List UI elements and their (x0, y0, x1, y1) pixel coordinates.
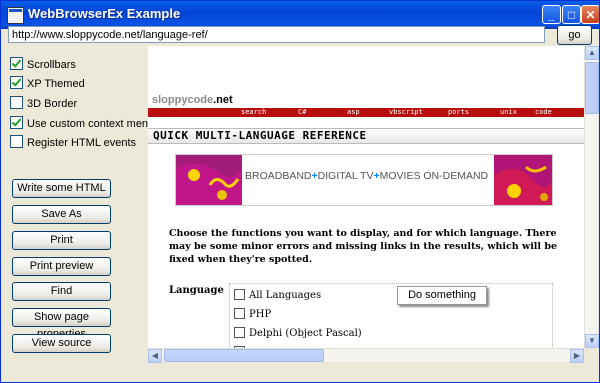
nav-link-ports[interactable]: ports (448, 108, 469, 117)
vertical-scrollbar[interactable]: ▲ ▼ (584, 46, 599, 348)
option-label: XP Themed (27, 78, 85, 90)
scroll-left-icon[interactable]: ◀ (148, 349, 162, 363)
scroll-down-icon[interactable]: ▼ (585, 334, 599, 348)
checkbox-unchecked-icon[interactable] (10, 96, 23, 109)
checkbox-checked-icon[interactable] (10, 57, 23, 70)
close-button[interactable]: ✕ (581, 5, 599, 24)
intro-paragraph: Choose the functions you want to display… (169, 228, 558, 265)
nav-link-csharp[interactable]: C# (298, 108, 306, 117)
option-register-html-events[interactable]: Register HTML events (10, 135, 136, 149)
option-scrollbars[interactable]: Scrollbars (10, 57, 76, 71)
minimize-button[interactable]: _ (542, 5, 561, 24)
option-label: Scrollbars (27, 59, 76, 71)
web-browser-view[interactable]: sloppycode.net search C# asp vbscript po… (148, 46, 584, 348)
application-window: WebBrowserEx Example _ □ ✕ http://www.sl… (0, 0, 600, 383)
language-label: Language (169, 285, 224, 296)
nav-link-asp[interactable]: asp (347, 108, 360, 117)
title-bar[interactable]: WebBrowserEx Example _ □ ✕ (1, 1, 599, 29)
find-button[interactable]: Find (12, 282, 111, 301)
write-html-button[interactable]: Write some HTML (12, 179, 111, 198)
option-custom-context-menu[interactable]: Use custom context menu (10, 116, 154, 130)
site-logo[interactable]: sloppycode.net (152, 94, 233, 106)
save-as-button[interactable]: Save As (12, 205, 111, 224)
horizontal-scroll-thumb[interactable] (164, 349, 324, 362)
checkbox-unchecked-icon[interactable] (234, 327, 245, 338)
language-option-all[interactable]: All Languages (234, 289, 321, 302)
option-label: Register HTML events (27, 137, 137, 149)
nav-link-unix[interactable]: unix (500, 108, 517, 117)
option-label: Use custom context menu (27, 118, 155, 130)
page-properties-button[interactable]: Show page properties (12, 308, 111, 340)
context-menu-item-do-something[interactable]: Do something (397, 286, 487, 305)
app-window-icon (7, 7, 24, 24)
scrollbar-corner (584, 348, 598, 362)
checkbox-unchecked-icon[interactable] (234, 289, 245, 300)
print-button[interactable]: Print (12, 231, 111, 250)
banner-text: BROADBAND+DIGITAL TV+MOVIES ON-DEMAND (245, 170, 489, 182)
nav-link-search[interactable]: search (241, 108, 266, 117)
view-source-button[interactable]: View source (12, 334, 111, 353)
ad-banner[interactable]: BROADBAND+DIGITAL TV+MOVIES ON-DEMAND (175, 154, 553, 206)
checkbox-unchecked-icon[interactable] (10, 135, 23, 148)
go-button[interactable]: go (557, 25, 592, 45)
site-nav-bar: search C# asp vbscript ports unix code l… (148, 108, 584, 125)
print-preview-button[interactable]: Print preview (12, 257, 111, 276)
checkbox-checked-icon[interactable] (10, 76, 23, 89)
window-title: WebBrowserEx Example (28, 6, 181, 21)
horizontal-scrollbar[interactable]: ◀ ▶ (148, 348, 584, 363)
page-heading: QUICK MULTI-LANGUAGE REFERENCE (148, 128, 584, 144)
language-option-php[interactable]: PHP (234, 308, 271, 321)
scroll-up-icon[interactable]: ▲ (585, 46, 599, 60)
checkbox-unchecked-icon[interactable] (234, 308, 245, 319)
address-field[interactable]: http://www.sloppycode.net/language-ref/ (8, 26, 545, 43)
language-option-delphi[interactable]: Delphi (Object Pascal) (234, 327, 362, 340)
nav-link-vbscript[interactable]: vbscript (389, 108, 423, 117)
nav-link-code-library[interactable]: code library (535, 108, 584, 126)
option-3d-border[interactable]: 3D Border (10, 96, 77, 110)
vertical-scroll-thumb[interactable] (585, 62, 599, 114)
maximize-button[interactable]: □ (562, 5, 581, 24)
scroll-right-icon[interactable]: ▶ (570, 349, 584, 363)
option-label: 3D Border (27, 98, 78, 110)
checkbox-checked-icon[interactable] (10, 116, 23, 129)
option-xp-themed[interactable]: XP Themed (10, 76, 85, 90)
